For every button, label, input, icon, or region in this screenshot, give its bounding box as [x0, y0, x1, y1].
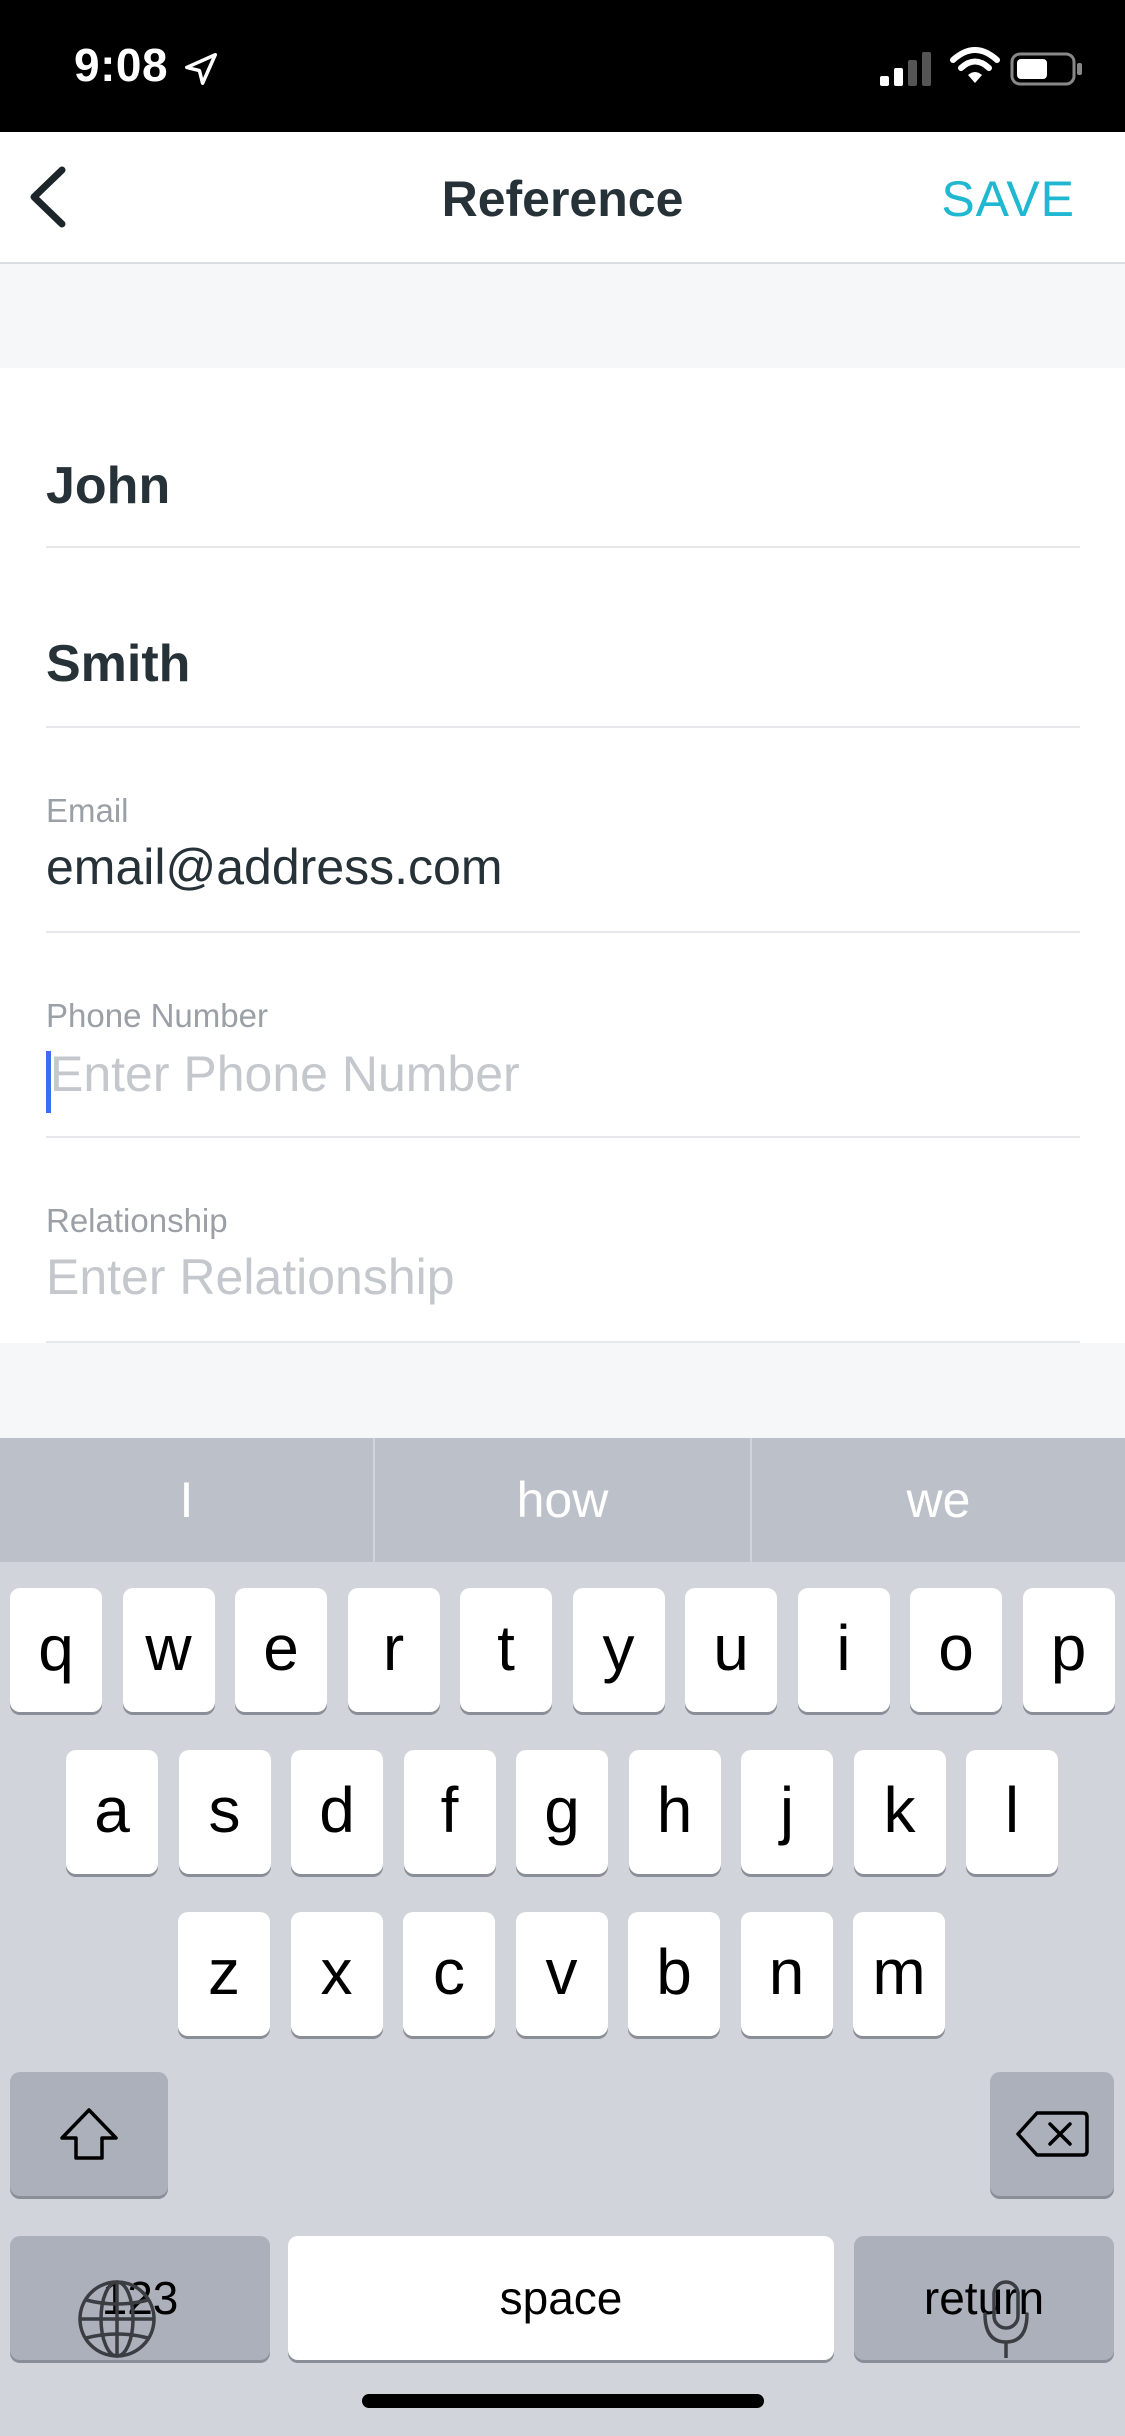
- key-v[interactable]: v: [515, 1912, 608, 2036]
- home-indicator: [362, 2394, 764, 2408]
- space-key[interactable]: space: [288, 2236, 834, 2360]
- key-u[interactable]: u: [685, 1588, 777, 1712]
- nav-bar: Reference SAVE: [0, 132, 1125, 264]
- key-x[interactable]: x: [290, 1912, 383, 2036]
- key-q[interactable]: q: [10, 1588, 102, 1712]
- relationship-label: Relationship: [46, 1202, 228, 1239]
- bottom-spacer: [0, 1343, 1125, 1438]
- key-t[interactable]: t: [460, 1588, 552, 1712]
- shift-key[interactable]: [10, 2072, 168, 2196]
- key-p[interactable]: p: [1022, 1588, 1115, 1712]
- first-name-field[interactable]: John: [46, 368, 1080, 548]
- suggestion-bar: I how we: [0, 1438, 1125, 1562]
- status-time: 9:08: [74, 39, 169, 91]
- wifi-icon: [950, 47, 1000, 83]
- email-field[interactable]: Email email@address.com: [46, 728, 1080, 933]
- shift-arrow-icon: [60, 2108, 118, 2160]
- globe-icon[interactable]: [76, 2278, 158, 2360]
- key-i[interactable]: i: [797, 1588, 890, 1712]
- suggestion-2[interactable]: how: [375, 1438, 750, 1562]
- key-w[interactable]: w: [122, 1588, 215, 1712]
- save-button[interactable]: SAVE: [941, 170, 1075, 228]
- top-spacer: [0, 264, 1125, 368]
- key-l[interactable]: l: [966, 1750, 1058, 1874]
- key-n[interactable]: n: [740, 1912, 833, 2036]
- key-a[interactable]: a: [66, 1750, 158, 1874]
- reference-form: John Smith Email email@address.com Phone…: [0, 368, 1125, 1343]
- key-k[interactable]: k: [853, 1750, 946, 1874]
- key-r[interactable]: r: [347, 1588, 440, 1712]
- phone-number-label: Phone Number: [46, 997, 268, 1034]
- relationship-placeholder: Enter Relationship: [46, 1249, 455, 1305]
- location-arrow-icon: [185, 53, 217, 85]
- key-y[interactable]: y: [572, 1588, 665, 1712]
- last-name-field[interactable]: Smith: [46, 548, 1080, 728]
- key-s[interactable]: s: [178, 1750, 271, 1874]
- microphone-icon[interactable]: [980, 2278, 1032, 2362]
- key-f[interactable]: f: [403, 1750, 496, 1874]
- key-j[interactable]: j: [741, 1750, 833, 1874]
- email-label: Email: [46, 792, 129, 829]
- backspace-icon: [1016, 2111, 1089, 2157]
- key-d[interactable]: d: [291, 1750, 383, 1874]
- first-name-value: John: [46, 457, 171, 515]
- key-h[interactable]: h: [628, 1750, 721, 1874]
- key-m[interactable]: m: [853, 1912, 945, 2036]
- key-o[interactable]: o: [910, 1588, 1002, 1712]
- key-g[interactable]: g: [516, 1750, 608, 1874]
- suggestion-3[interactable]: we: [752, 1438, 1125, 1562]
- key-e[interactable]: e: [235, 1588, 327, 1712]
- delete-key[interactable]: [990, 2072, 1114, 2196]
- keyboard: I how we qwertyuiop asdfghjkl zxcvbnm 12…: [0, 1438, 1125, 2436]
- phone-number-placeholder: Enter Phone Number: [50, 1046, 520, 1102]
- phone-number-field[interactable]: Phone Number Enter Phone Number: [46, 933, 1080, 1138]
- battery-icon: [1010, 52, 1082, 86]
- status-bar: 9:08: [0, 0, 1125, 132]
- email-value: email@address.com: [46, 839, 503, 895]
- key-z[interactable]: z: [178, 1912, 270, 2036]
- relationship-field[interactable]: Relationship Enter Relationship: [46, 1138, 1080, 1343]
- key-b[interactable]: b: [628, 1912, 720, 2036]
- last-name-value: Smith: [46, 635, 191, 693]
- key-c[interactable]: c: [403, 1912, 495, 2036]
- cellular-signal-icon: [880, 52, 931, 86]
- suggestion-1[interactable]: I: [0, 1438, 373, 1562]
